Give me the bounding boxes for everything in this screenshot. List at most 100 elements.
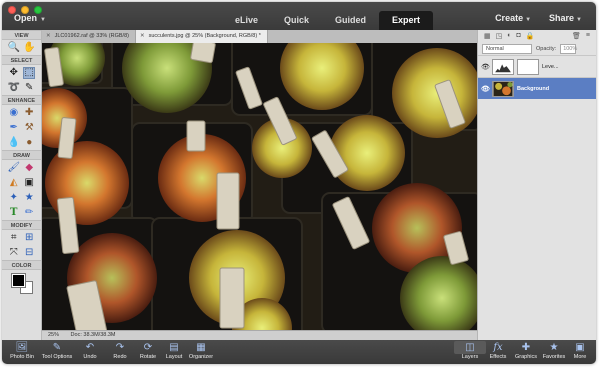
section-draw: DRAW xyxy=(2,150,41,160)
levels-adjustment-icon xyxy=(492,58,514,75)
blend-row: Normal Opacity: 100% xyxy=(478,42,596,55)
succulents-photo xyxy=(42,43,477,330)
pencil-tool-icon[interactable]: ✏ xyxy=(23,207,35,219)
shape-tool-icon[interactable]: ✦ xyxy=(8,192,20,204)
organizer-label: Organizer xyxy=(188,354,214,360)
color-swatches[interactable] xyxy=(2,270,41,296)
undo-button[interactable]: ↶ Undo xyxy=(74,341,106,360)
hand-tool-icon[interactable]: ✋ xyxy=(23,42,35,54)
chevron-down-icon: ▼ xyxy=(576,17,582,23)
eye-tool-icon[interactable]: ◉ xyxy=(8,107,20,119)
eraser-tool-icon[interactable]: ◆ xyxy=(23,162,35,174)
chevron-down-icon: ▼ xyxy=(40,17,46,23)
layer-name: Background xyxy=(517,85,550,92)
tab-elive[interactable]: eLive xyxy=(222,11,271,30)
lasso-tool-icon[interactable]: ➰ xyxy=(8,82,20,94)
brush-tool-icon[interactable]: 🖌 xyxy=(7,162,20,174)
rotate-label: Rotate xyxy=(139,354,157,360)
custom-shape-icon[interactable]: ★ xyxy=(23,192,35,204)
open-label: Open xyxy=(14,13,38,23)
zoom-tool-icon[interactable]: 🔍 xyxy=(8,42,20,54)
tool-options-button[interactable]: ✎ Tool Options xyxy=(38,341,76,360)
organizer-icon: ▦ xyxy=(196,342,206,353)
layer-background[interactable]: 👁 Background xyxy=(478,77,596,99)
opacity-label: Opacity: xyxy=(536,45,557,52)
graphics-label: Graphics xyxy=(514,354,537,360)
doc-tab-label: succulents.jpg @ 25% (Background, RGB/8)… xyxy=(148,33,261,39)
effects-label: Effects xyxy=(489,354,507,360)
more-label: More xyxy=(573,354,587,360)
foreground-color-swatch[interactable] xyxy=(11,273,26,288)
layers-panel-toolbar: ▦ ◳ ◐ ◘ 🔒 🗑 ≡ xyxy=(478,30,596,42)
new-group-icon[interactable]: ◳ xyxy=(496,32,503,40)
sponge-tool-icon[interactable]: ● xyxy=(23,137,35,149)
blur-tool-icon[interactable]: 💧 xyxy=(8,137,20,149)
tab-quick[interactable]: Quick xyxy=(271,11,322,30)
doc-size: Doc: 38.3M/38.3M xyxy=(70,332,116,338)
marquee-tool-icon[interactable]: ⬚ xyxy=(23,66,36,79)
adjustment-layer-icon[interactable]: ◐ xyxy=(507,32,511,40)
redo-label: Redo xyxy=(113,354,127,360)
lock-icon[interactable]: 🔒 xyxy=(526,32,535,40)
section-enhance: ENHANCE xyxy=(2,95,41,105)
move-tool-icon[interactable]: ✥ xyxy=(8,67,20,79)
smart-brush-icon[interactable]: ✒ xyxy=(8,122,20,134)
document-tabs: ✕ JLC01962.raf @ 33% (RGB/8) ✕ succulents.… xyxy=(42,30,477,43)
new-layer-icon[interactable]: ▦ xyxy=(484,32,491,40)
content-aware-move-icon[interactable]: ⤧ xyxy=(8,247,20,259)
layers-panel: ▦ ◳ ◐ ◘ 🔒 🗑 ≡ Normal Opacity: 100% 👁 Lev… xyxy=(477,30,596,340)
quick-selection-tool-icon[interactable]: ✎ xyxy=(23,82,35,94)
doc-tab-raf[interactable]: ✕ JLC01962.raf @ 33% (RGB/8) xyxy=(42,30,136,43)
photo-bin-label: Photo Bin xyxy=(10,354,34,360)
share-menu-button[interactable]: Share ▼ xyxy=(549,13,582,23)
blend-mode-select[interactable]: Normal xyxy=(482,43,532,54)
eye-icon[interactable]: 👁 xyxy=(481,85,490,93)
background-thumbnail xyxy=(492,80,514,97)
top-bar: Open ▼ eLive Quick Guided Expert Create ▼ … xyxy=(2,2,596,30)
favorites-label: Favorites xyxy=(542,354,566,360)
section-view: VIEW xyxy=(2,30,41,40)
layer-mask-thumbnail[interactable] xyxy=(517,58,539,75)
crop-tool-icon[interactable]: ⌗ xyxy=(8,232,20,244)
close-icon[interactable]: ✕ xyxy=(46,33,51,39)
tab-guided[interactable]: Guided xyxy=(322,11,379,30)
section-select: SELECT xyxy=(2,55,41,65)
more-icon: ▣ xyxy=(575,342,585,353)
image-canvas[interactable] xyxy=(42,43,477,330)
bottom-bar: 🖼 Photo Bin ✎ Tool Options ↶ Undo ↷ Redo ⟳ Ro… xyxy=(2,340,596,364)
zoom-level[interactable]: 25% xyxy=(48,332,59,338)
create-label: Create xyxy=(495,13,524,23)
spot-healing-icon[interactable]: ✚ xyxy=(23,107,35,119)
type-tool-icon[interactable]: T xyxy=(8,207,20,219)
organizer-button[interactable]: ▦ Organizer xyxy=(184,341,218,360)
close-icon[interactable]: ✕ xyxy=(140,33,145,39)
photo-bin-button[interactable]: 🖼 Photo Bin xyxy=(6,341,38,360)
gradient-tool-icon[interactable]: ▣ xyxy=(23,177,35,189)
open-menu-button[interactable]: Open ▼ xyxy=(14,13,46,23)
mode-tabs: eLive Quick Guided Expert xyxy=(222,11,434,30)
tools-panel: VIEW 🔍 ✋ SELECT ✥ ⬚ ➰ ✎ ENHANCE ◉ ✚ ✒ ⚒ … xyxy=(2,30,42,340)
photo-bin-icon: 🖼 xyxy=(15,342,29,353)
section-modify: MODIFY xyxy=(2,220,41,230)
undo-label: Undo xyxy=(83,354,97,360)
eye-icon[interactable]: 👁 xyxy=(481,63,490,71)
layer-name: Leve... xyxy=(542,63,559,70)
straighten-tool-icon[interactable]: ⊟ xyxy=(23,247,35,259)
doc-tab-succulents[interactable]: ✕ succulents.jpg @ 25% (Background, RGB/8… xyxy=(135,30,268,43)
clone-stamp-icon[interactable]: ⚒ xyxy=(23,122,35,134)
tool-options-label: Tool Options xyxy=(41,354,73,360)
share-label: Share xyxy=(549,13,575,23)
create-menu-button[interactable]: Create ▼ xyxy=(495,13,531,23)
more-button[interactable]: ▣ More xyxy=(564,341,596,360)
opacity-field[interactable]: 100% xyxy=(560,43,577,54)
tool-options-icon: ✎ xyxy=(52,342,62,353)
mask-icon[interactable]: ◘ xyxy=(516,32,520,40)
panel-menu-icon[interactable]: ≡ xyxy=(586,32,590,40)
tab-expert[interactable]: Expert xyxy=(379,11,434,30)
layer-levels[interactable]: 👁 Leve... xyxy=(478,55,596,77)
trash-icon[interactable]: 🗑 xyxy=(572,32,581,40)
recompose-tool-icon[interactable]: ⊞ xyxy=(23,232,35,244)
layers-label: Layers xyxy=(461,354,479,360)
doc-tab-label: JLC01962.raf @ 33% (RGB/8) xyxy=(54,33,129,39)
paint-bucket-icon[interactable]: ◭ xyxy=(8,177,20,189)
